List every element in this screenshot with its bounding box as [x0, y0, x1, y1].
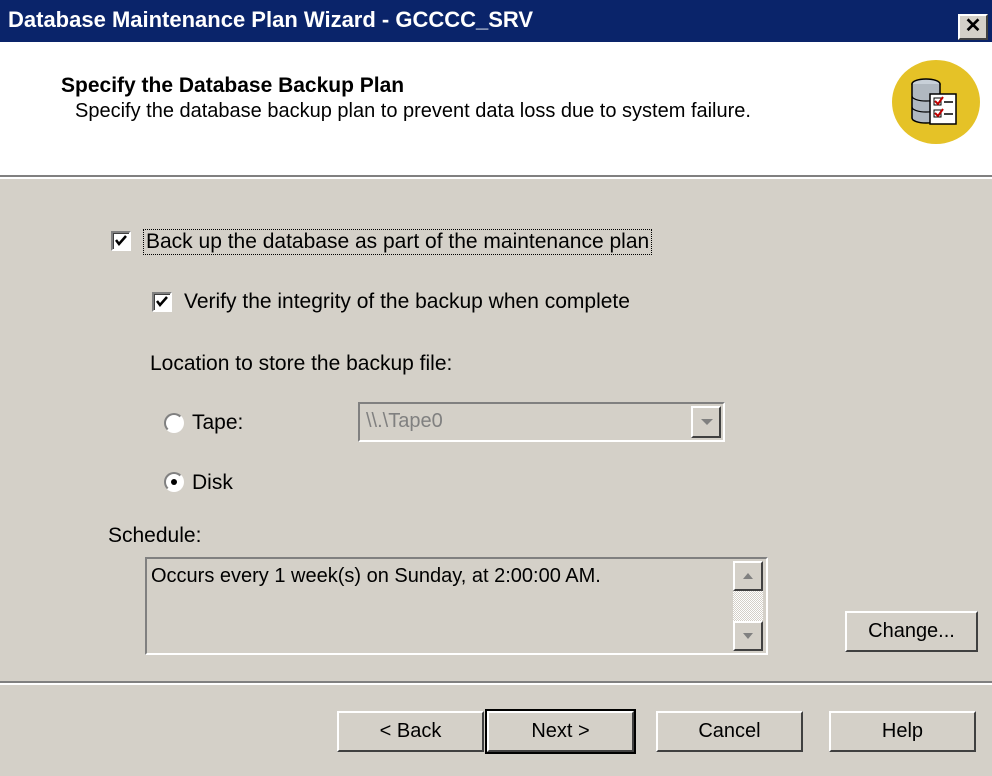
change-schedule-button[interactable]: Change... — [845, 611, 978, 652]
window-title: Database Maintenance Plan Wizard - GCCCC… — [8, 7, 534, 32]
tape-radio-label[interactable]: Tape: — [192, 411, 243, 435]
checkmark-icon — [156, 296, 168, 307]
tape-device-combobox[interactable]: \\.\Tape0 — [358, 402, 725, 442]
verify-checkbox[interactable] — [152, 292, 172, 312]
database-checklist-icon — [892, 60, 980, 144]
arrow-up-icon — [743, 573, 753, 579]
schedule-textbox[interactable]: Occurs every 1 week(s) on Sunday, at 2:0… — [145, 557, 768, 655]
location-label: Location to store the backup file: — [150, 352, 453, 375]
disk-radio[interactable] — [164, 472, 184, 492]
arrow-down-icon — [743, 633, 753, 639]
page-title: Specify the Database Backup Plan — [61, 74, 405, 97]
chevron-down-icon — [701, 419, 713, 425]
tape-radio[interactable] — [164, 413, 184, 433]
schedule-scrollbar[interactable] — [733, 561, 763, 651]
tape-device-value: \\.\Tape0 — [366, 410, 443, 432]
close-button[interactable]: ✕ — [958, 14, 988, 40]
scroll-down-button[interactable] — [733, 621, 763, 651]
cancel-button[interactable]: Cancel — [656, 711, 803, 752]
page-subtitle: Specify the database backup plan to prev… — [75, 100, 751, 122]
footer-divider-highlight — [0, 683, 992, 685]
next-button[interactable]: Next > — [485, 709, 636, 754]
title-bar: Database Maintenance Plan Wizard - GCCCC… — [0, 0, 992, 42]
disk-radio-label[interactable]: Disk — [192, 471, 233, 495]
verify-checkbox-label[interactable]: Verify the integrity of the backup when … — [184, 290, 630, 314]
close-icon: ✕ — [964, 15, 982, 37]
backup-checkbox-label[interactable]: Back up the database as part of the main… — [142, 229, 653, 255]
scroll-track[interactable] — [733, 591, 763, 621]
scroll-up-button[interactable] — [733, 561, 763, 591]
schedule-text: Occurs every 1 week(s) on Sunday, at 2:0… — [151, 565, 601, 587]
checkmark-icon — [115, 235, 127, 246]
backup-checkbox[interactable] — [111, 231, 131, 251]
schedule-label: Schedule: — [108, 524, 202, 547]
tape-dropdown-button[interactable] — [691, 406, 721, 438]
help-button[interactable]: Help — [829, 711, 976, 752]
wizard-header: Specify the Database Backup Plan Specify… — [0, 42, 992, 175]
back-button[interactable]: < Back — [337, 711, 484, 752]
header-divider-highlight — [0, 177, 992, 179]
